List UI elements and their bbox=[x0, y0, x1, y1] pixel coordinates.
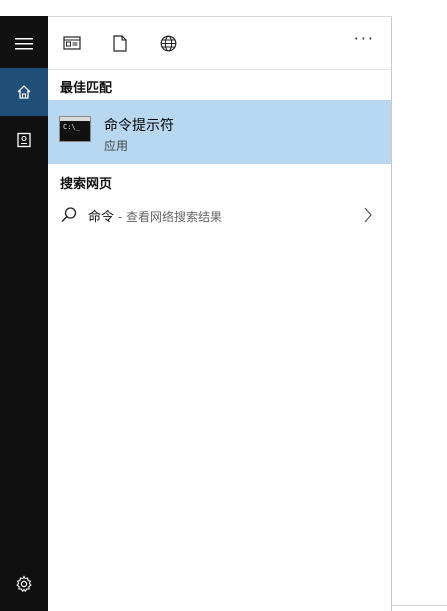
chevron-right-icon[interactable] bbox=[363, 206, 373, 224]
web-search-header: 搜索网页 bbox=[60, 177, 113, 192]
query-hint: - 查看网络搜索结果 bbox=[114, 210, 222, 224]
left-rail bbox=[0, 16, 48, 611]
window-edge bbox=[392, 605, 447, 606]
web-filter-button[interactable] bbox=[156, 31, 180, 55]
globe-icon bbox=[160, 35, 176, 51]
best-match-result[interactable]: C:\_ 命令提示符 应用 bbox=[48, 100, 391, 164]
filter-toolbar: ··· bbox=[48, 17, 391, 70]
hamburger-icon bbox=[15, 38, 33, 50]
home-button[interactable] bbox=[0, 68, 48, 116]
gear-icon bbox=[16, 575, 32, 593]
apps-filter-button[interactable] bbox=[60, 31, 84, 55]
menu-button[interactable] bbox=[0, 20, 48, 68]
result-subtitle: 应用 bbox=[104, 139, 129, 153]
notebook-button[interactable] bbox=[0, 116, 48, 164]
apps-icon bbox=[63, 36, 81, 50]
web-search-query: 命令 - 查看网络搜索结果 bbox=[88, 206, 222, 225]
documents-filter-button[interactable] bbox=[108, 31, 132, 55]
start-search-window: ··· 最佳匹配 C:\_ 命令提示符 应用 搜索网页 命令 - 查看网络搜索结… bbox=[0, 0, 447, 611]
best-match-header: 最佳匹配 bbox=[60, 81, 113, 96]
web-search-result[interactable]: 命令 - 查看网络搜索结果 bbox=[48, 199, 391, 231]
document-icon bbox=[113, 34, 127, 52]
home-icon bbox=[17, 85, 31, 99]
search-icon bbox=[61, 207, 77, 222]
command-prompt-icon: C:\_ bbox=[59, 116, 91, 142]
query-text: 命令 bbox=[88, 210, 115, 225]
settings-button[interactable] bbox=[0, 560, 48, 608]
notebook-icon bbox=[17, 132, 31, 148]
search-panel: ··· 最佳匹配 C:\_ 命令提示符 应用 搜索网页 命令 - 查看网络搜索结… bbox=[48, 16, 392, 611]
result-title: 命令提示符 bbox=[104, 118, 174, 134]
more-options-button[interactable]: ··· bbox=[354, 29, 375, 48]
